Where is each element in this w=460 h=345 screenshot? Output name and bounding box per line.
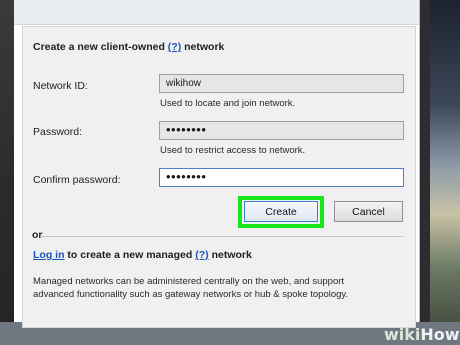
heading-suffix: network	[184, 41, 225, 53]
managed-network-line: Log in to create a new managed (?) netwo…	[33, 249, 252, 261]
section-heading: Create a new client-owned (?) network	[33, 41, 224, 53]
network-id-hint: Used to locate and join network.	[160, 98, 296, 109]
network-id-input[interactable]: wikihow	[159, 74, 404, 93]
heading-help-link[interactable]: (?)	[168, 41, 181, 53]
managed-description-line2: advanced functionality such as gateway n…	[33, 289, 349, 300]
wikihow-watermark: wikiHow	[384, 325, 460, 344]
desktop-background-left	[0, 0, 14, 345]
confirm-password-label: Confirm password:	[33, 174, 121, 186]
or-label: or	[32, 229, 43, 241]
password-label: Password:	[33, 126, 83, 138]
password-hint: Used to restrict access to network.	[160, 145, 306, 156]
managed-help-link[interactable]: (?)	[195, 249, 208, 261]
desktop-background-right	[430, 0, 460, 345]
or-divider	[40, 236, 404, 237]
log-in-link[interactable]: Log in	[33, 249, 65, 261]
managed-description-line1: Managed networks can be administered cen…	[33, 276, 345, 287]
managed-text-middle: to create a new managed	[67, 249, 193, 261]
cancel-button[interactable]: Cancel	[334, 201, 403, 222]
password-input[interactable]: ••••••••	[159, 121, 404, 140]
network-id-label: Network ID:	[33, 80, 88, 92]
dialog-title-strip	[14, 0, 419, 25]
heading-prefix: Create a new client-owned	[33, 41, 165, 53]
create-network-dialog: Create a new client-owned (?) network Ne…	[14, 0, 420, 328]
confirm-password-input[interactable]: ••••••••	[159, 168, 404, 187]
create-button[interactable]: Create	[244, 201, 318, 222]
managed-text-end: network	[211, 249, 252, 261]
